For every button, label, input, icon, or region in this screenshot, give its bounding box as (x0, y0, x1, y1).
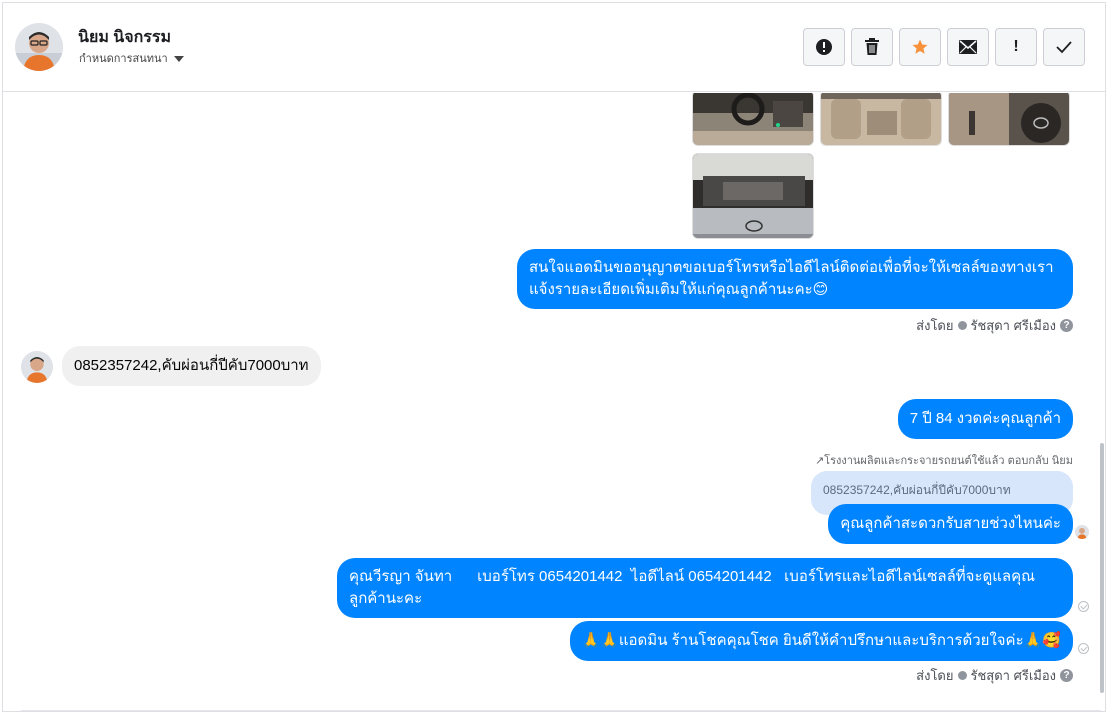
message-text: แจ้งรายละเอียดเพิ่มเติมให้แก่คุณลูกค้านะ… (529, 281, 829, 298)
car-photo-seats[interactable] (820, 93, 942, 146)
message-text: คุณลูกค้าสะดวกรับสายช่วงไหนค่ะ (840, 515, 1061, 532)
message-text: ลูกค้านะคะ (349, 590, 423, 607)
message-text: 7 ปี 84 งวดค่ะคุณลูกค้า (909, 410, 1061, 427)
agent-status-icon (957, 321, 967, 330)
outgoing-message[interactable]: 🙏🙏แอดมิน ร้านโชคคุณโชค ยินดีให้คำปรึกษาแ… (569, 621, 1073, 661)
outgoing-message[interactable]: คุณลูกค้าสะดวกรับสายช่วงไหนค่ะ (828, 504, 1073, 544)
divider (21, 710, 1101, 711)
follow-up-button[interactable]: ! (995, 28, 1037, 66)
incoming-message[interactable]: 0852357242,คับผ่อนกี่ปีคับ7000บาท (62, 346, 321, 386)
message-text: สนใจแอดมินขออนุญาตขอเบอร์โทรหรือไอดีไลน์… (529, 259, 1054, 276)
assign-label: กำหนดการสนทนา (79, 53, 168, 65)
message-text: 0852357242,คับผ่อนกี่ปีคับ7000บาท (74, 357, 309, 374)
sent-by-label: ส่งโดย (916, 318, 954, 333)
caret-down-icon (173, 55, 184, 62)
help-icon[interactable]: ? (1060, 319, 1073, 332)
reply-context: ↗โรงงานผลิตและกระจายรถยนต์ใช้แล้ว ตอบกลั… (815, 451, 1073, 469)
message-thread: สนใจแอดมินขออนุญาตขอเบอร์โทรหรือไอดีไลน์… (3, 93, 1105, 711)
mail-icon (959, 40, 977, 54)
message-text: 🙏🙏แอดมิน ร้านโชคคุณโชค ยินดีให้คำปรึกษาแ… (581, 632, 1061, 649)
check-icon (1056, 41, 1072, 54)
contact-avatar-small[interactable] (21, 351, 53, 383)
trash-icon (865, 38, 879, 55)
outgoing-message[interactable]: 7 ปี 84 งวดค่ะคุณลูกค้า (897, 399, 1073, 439)
conversation-header: นิยม นิจกรรม กำหนดการสนทนา ! (3, 3, 1105, 92)
reply-arrow-icon: ↗ (814, 455, 825, 467)
conversation-window: นิยม นิจกรรม กำหนดการสนทนา ! สนใจแอดมินข… (2, 2, 1106, 712)
star-button[interactable] (899, 28, 941, 66)
agent-name[interactable]: รัชสุดา ศรีเมือง (971, 315, 1057, 336)
toolbar: ! (803, 28, 1085, 66)
star-icon (912, 39, 928, 54)
agent-status-icon (957, 671, 967, 680)
sent-by-label: ส่งโดย (916, 668, 954, 683)
sent-by: ส่งโดย รัชสุดา ศรีเมือง ? (916, 665, 1073, 686)
outgoing-message[interactable]: คุณวีรญา จันทา เบอร์โทร 0654201442 ไอดีไ… (337, 558, 1073, 618)
reply-note-text: โรงงานผลิตและกระจายรถยนต์ใช้แล้ว ตอบกลับ… (824, 455, 1073, 467)
contact-name: นิยม นิจกรรม (78, 29, 172, 46)
sent-by: ส่งโดย รัชสุดา ศรีเมือง ? (916, 315, 1073, 336)
car-photo-dashboard[interactable] (692, 93, 814, 146)
delivered-check-icon (1078, 643, 1089, 654)
scrollbar[interactable] (1100, 443, 1104, 693)
mail-button[interactable] (947, 28, 989, 66)
seen-avatar (1075, 525, 1089, 539)
car-photo-engine[interactable] (692, 153, 814, 239)
message-text: คุณวีรญา จันทา เบอร์โทร 0654201442 ไอดีไ… (349, 568, 1036, 585)
contact-avatar[interactable] (15, 23, 63, 71)
car-photo-steering[interactable] (948, 93, 1070, 146)
spam-button[interactable] (803, 28, 845, 66)
alert-circle-icon (816, 39, 832, 55)
agent-name[interactable]: รัชสุดา ศรีเมือง (971, 665, 1057, 686)
assign-conversation-dropdown[interactable]: กำหนดการสนทนา (79, 49, 184, 67)
delivered-check-icon (1078, 601, 1089, 612)
help-icon[interactable]: ? (1060, 669, 1073, 682)
quoted-text: 0852357242,คับผ่อนกี่ปีคับ7000บาท (823, 483, 1011, 497)
exclamation-icon: ! (1013, 38, 1019, 55)
delete-button[interactable] (851, 28, 893, 66)
outgoing-message[interactable]: สนใจแอดมินขออนุญาตขอเบอร์โทรหรือไอดีไลน์… (517, 249, 1073, 309)
done-button[interactable] (1043, 28, 1085, 66)
